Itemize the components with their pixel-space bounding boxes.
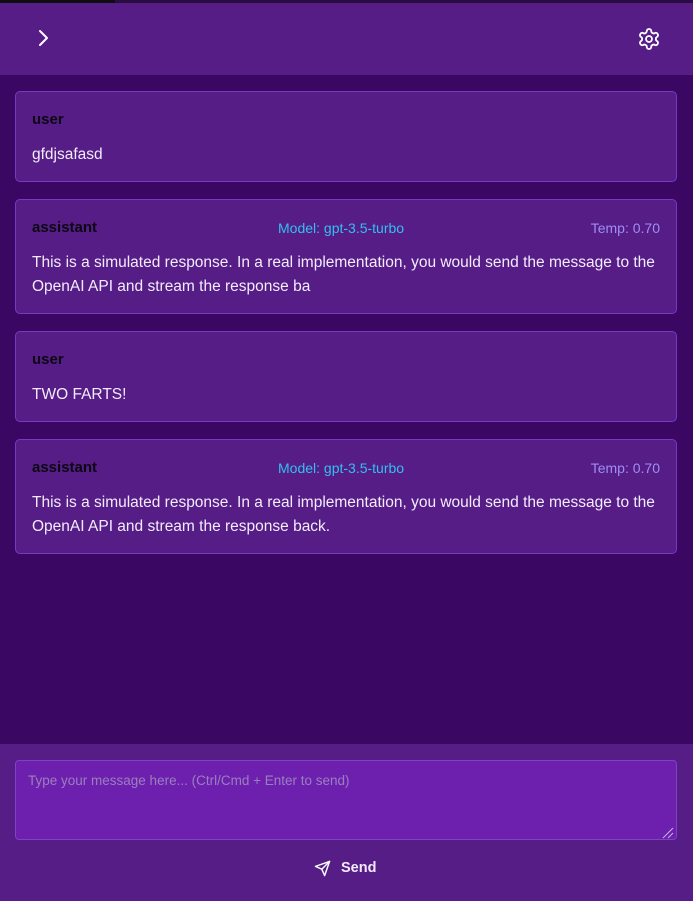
gear-icon <box>639 28 659 50</box>
message-assistant: assistant Model: gpt-3.5-turbo Temp: 0.7… <box>15 439 677 554</box>
message-user: user TWO FARTS! <box>15 331 677 422</box>
message-role: assistant <box>32 219 98 236</box>
composer: Send <box>0 744 693 901</box>
message-content: gfdjsafasd <box>32 146 103 163</box>
resize-handle-icon[interactable] <box>660 825 674 839</box>
settings-button[interactable] <box>634 24 664 54</box>
message-input[interactable] <box>15 760 677 840</box>
message-content: TWO FARTS! <box>32 386 127 403</box>
message-content: This is a simulated response. In a real … <box>32 494 655 535</box>
model-label: Model: gpt-3.5-turbo <box>278 220 405 236</box>
chevron-right-icon <box>39 30 48 46</box>
temperature-label: Temp: 0.70 <box>590 460 660 476</box>
message-header: user <box>32 111 660 129</box>
message-content: This is a simulated response. In a real … <box>32 254 655 295</box>
message-header: assistant Model: gpt-3.5-turbo Temp: 0.7… <box>32 459 660 477</box>
sidebar-toggle-button[interactable] <box>30 25 56 51</box>
send-icon <box>314 860 331 876</box>
temperature-label: Temp: 0.70 <box>590 220 660 236</box>
top-bar <box>0 3 693 75</box>
message-header: user <box>32 351 660 369</box>
send-button[interactable]: Send <box>314 857 376 879</box>
model-label: Model: gpt-3.5-turbo <box>278 460 405 476</box>
send-label: Send <box>341 860 377 876</box>
message-role: user <box>32 111 64 128</box>
message-role: user <box>32 351 64 368</box>
message-user: user gfdjsafasd <box>15 91 677 182</box>
message-assistant: assistant Model: gpt-3.5-turbo Temp: 0.7… <box>15 199 677 314</box>
message-header: assistant Model: gpt-3.5-turbo Temp: 0.7… <box>32 219 660 237</box>
message-list: user gfdjsafasd assistant Model: gpt-3.5… <box>15 91 677 571</box>
message-role: assistant <box>32 459 98 476</box>
